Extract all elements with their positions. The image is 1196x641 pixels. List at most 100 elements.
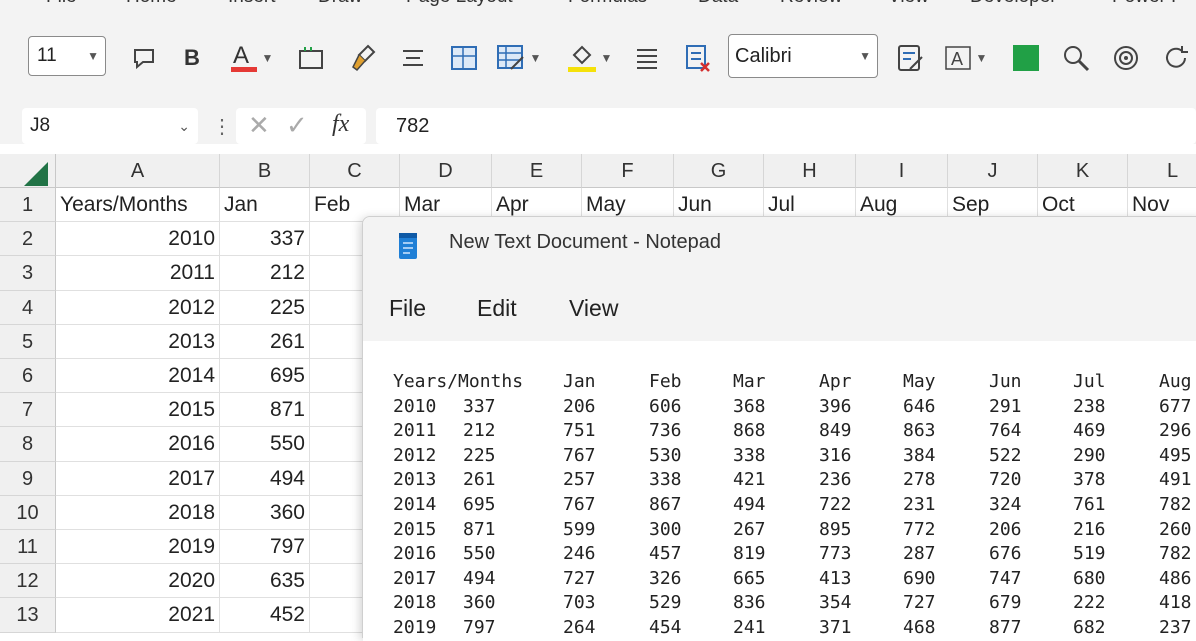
cell[interactable]: 2014: [56, 359, 220, 394]
column-header-j[interactable]: J: [948, 154, 1038, 188]
formula-input[interactable]: 782: [376, 108, 1196, 144]
column-header-i[interactable]: I: [856, 154, 948, 188]
row-header-11[interactable]: 11: [0, 530, 56, 565]
ribbon-tab-review[interactable]: Review: [780, 0, 842, 8]
notepad-value-text: 836: [733, 592, 766, 614]
magnifier-icon[interactable]: [1056, 36, 1096, 80]
cancel-icon[interactable]: ✕: [248, 110, 270, 141]
row-header-5[interactable]: 5: [0, 324, 56, 359]
refresh-icon[interactable]: [1156, 36, 1196, 80]
ribbon-tab-data[interactable]: Data: [698, 0, 738, 8]
font-size-select[interactable]: 11 ▼: [28, 36, 106, 76]
row-header-6[interactable]: 6: [0, 359, 56, 394]
cell[interactable]: 452: [220, 598, 310, 633]
row-header-1[interactable]: 1: [0, 188, 56, 223]
ribbon-tab-file[interactable]: File: [46, 0, 77, 8]
more-options-icon[interactable]: ⋮: [212, 114, 232, 139]
notepad-value-text: 519: [1073, 543, 1106, 565]
column-header-a[interactable]: A: [56, 154, 220, 188]
bold-button[interactable]: B: [176, 36, 208, 80]
conditional-format-button[interactable]: ▼: [490, 36, 546, 80]
form-icon[interactable]: [892, 36, 928, 80]
cell[interactable]: 2016: [56, 427, 220, 462]
target-icon[interactable]: [1106, 36, 1146, 80]
row-header-8[interactable]: 8: [0, 427, 56, 462]
notepad-menu-view[interactable]: View: [569, 295, 618, 322]
fill-color-button[interactable]: ▼: [560, 36, 618, 80]
cell[interactable]: 261: [220, 324, 310, 359]
notepad-window[interactable]: New Text Document - Notepad File Edit Vi…: [362, 216, 1196, 641]
cell[interactable]: 2019: [56, 530, 220, 565]
cell[interactable]: 212: [220, 256, 310, 291]
row-header-4[interactable]: 4: [0, 290, 56, 325]
cell[interactable]: Jan: [220, 188, 310, 223]
notepad-value-text: 868: [733, 420, 766, 442]
cell[interactable]: 2012: [56, 290, 220, 325]
column-header-d[interactable]: D: [400, 154, 492, 188]
green-square-icon[interactable]: [1008, 36, 1044, 80]
row-header-12[interactable]: 12: [0, 564, 56, 599]
font-name-select[interactable]: Calibri ▼: [728, 34, 878, 78]
cell[interactable]: 2015: [56, 393, 220, 428]
cell[interactable]: 797: [220, 530, 310, 565]
column-header-b[interactable]: B: [220, 154, 310, 188]
column-header-l[interactable]: L: [1128, 154, 1196, 188]
ribbon-tab-developer[interactable]: Developer: [970, 0, 1057, 8]
cell[interactable]: 360: [220, 495, 310, 530]
cell[interactable]: 2010: [56, 222, 220, 257]
ribbon-tab-view[interactable]: View: [888, 0, 929, 8]
cell[interactable]: 2020: [56, 564, 220, 599]
clear-format-icon[interactable]: [678, 36, 718, 80]
row-header-2[interactable]: 2: [0, 222, 56, 257]
cell[interactable]: Years/Months: [56, 188, 220, 223]
notepad-titlebar[interactable]: New Text Document - Notepad: [363, 217, 1196, 273]
column-header-e[interactable]: E: [492, 154, 582, 188]
column-header-h[interactable]: H: [764, 154, 856, 188]
notepad-menu-file[interactable]: File: [389, 295, 426, 322]
notepad-menu-edit[interactable]: Edit: [477, 295, 517, 322]
cell[interactable]: 2013: [56, 324, 220, 359]
merge-cells-icon[interactable]: [444, 36, 484, 80]
ribbon-tab-formulas[interactable]: Formulas: [568, 0, 647, 8]
cell[interactable]: 695: [220, 359, 310, 394]
svg-text:A: A: [233, 42, 249, 69]
format-painter-icon[interactable]: [344, 36, 382, 80]
notepad-value-text: 326: [649, 567, 682, 589]
row-header-9[interactable]: 9: [0, 461, 56, 496]
align-justify-icon[interactable]: [628, 36, 666, 80]
cell[interactable]: 494: [220, 461, 310, 496]
column-header-k[interactable]: K: [1038, 154, 1128, 188]
ribbon-tab-home[interactable]: Home: [126, 0, 177, 8]
cell[interactable]: 2011: [56, 256, 220, 291]
column-header-g[interactable]: G: [674, 154, 764, 188]
row-header-10[interactable]: 10: [0, 495, 56, 530]
column-header-c[interactable]: C: [310, 154, 400, 188]
notepad-header-text: May: [903, 371, 936, 392]
name-box[interactable]: J8 ⌄: [22, 108, 198, 144]
column-header-f[interactable]: F: [582, 154, 674, 188]
row-header-3[interactable]: 3: [0, 256, 56, 291]
ribbon-tab-power-pivot[interactable]: Power P: [1112, 0, 1184, 8]
ribbon-tab-draw[interactable]: Draw: [318, 0, 362, 8]
notepad-text-area[interactable]: Years/Months Jan Feb Mar Apr May Jun Jul Aug 2010…: [363, 341, 1196, 641]
insert-function-button[interactable]: fx: [332, 111, 349, 138]
ribbon-tab-page-layout[interactable]: Page Layout: [406, 0, 513, 8]
row-header-13[interactable]: 13: [0, 598, 56, 633]
check-icon[interactable]: ✓: [286, 110, 308, 141]
font-color-button[interactable]: A ▼: [222, 36, 280, 80]
cell[interactable]: 2018: [56, 495, 220, 530]
cell[interactable]: 2017: [56, 461, 220, 496]
row-header-7[interactable]: 7: [0, 393, 56, 428]
cell[interactable]: 2021: [56, 598, 220, 633]
text-box-button[interactable]: A ▼: [936, 36, 994, 80]
insert-icon[interactable]: [292, 36, 330, 80]
cell[interactable]: 337: [220, 222, 310, 257]
cell[interactable]: 871: [220, 393, 310, 428]
cell[interactable]: 635: [220, 564, 310, 599]
comment-icon[interactable]: [126, 36, 162, 80]
cell[interactable]: 550: [220, 427, 310, 462]
align-center-icon[interactable]: [394, 36, 432, 80]
cell[interactable]: 225: [220, 290, 310, 325]
select-all-corner[interactable]: [0, 154, 56, 188]
ribbon-tab-insert[interactable]: Insert: [228, 0, 276, 8]
